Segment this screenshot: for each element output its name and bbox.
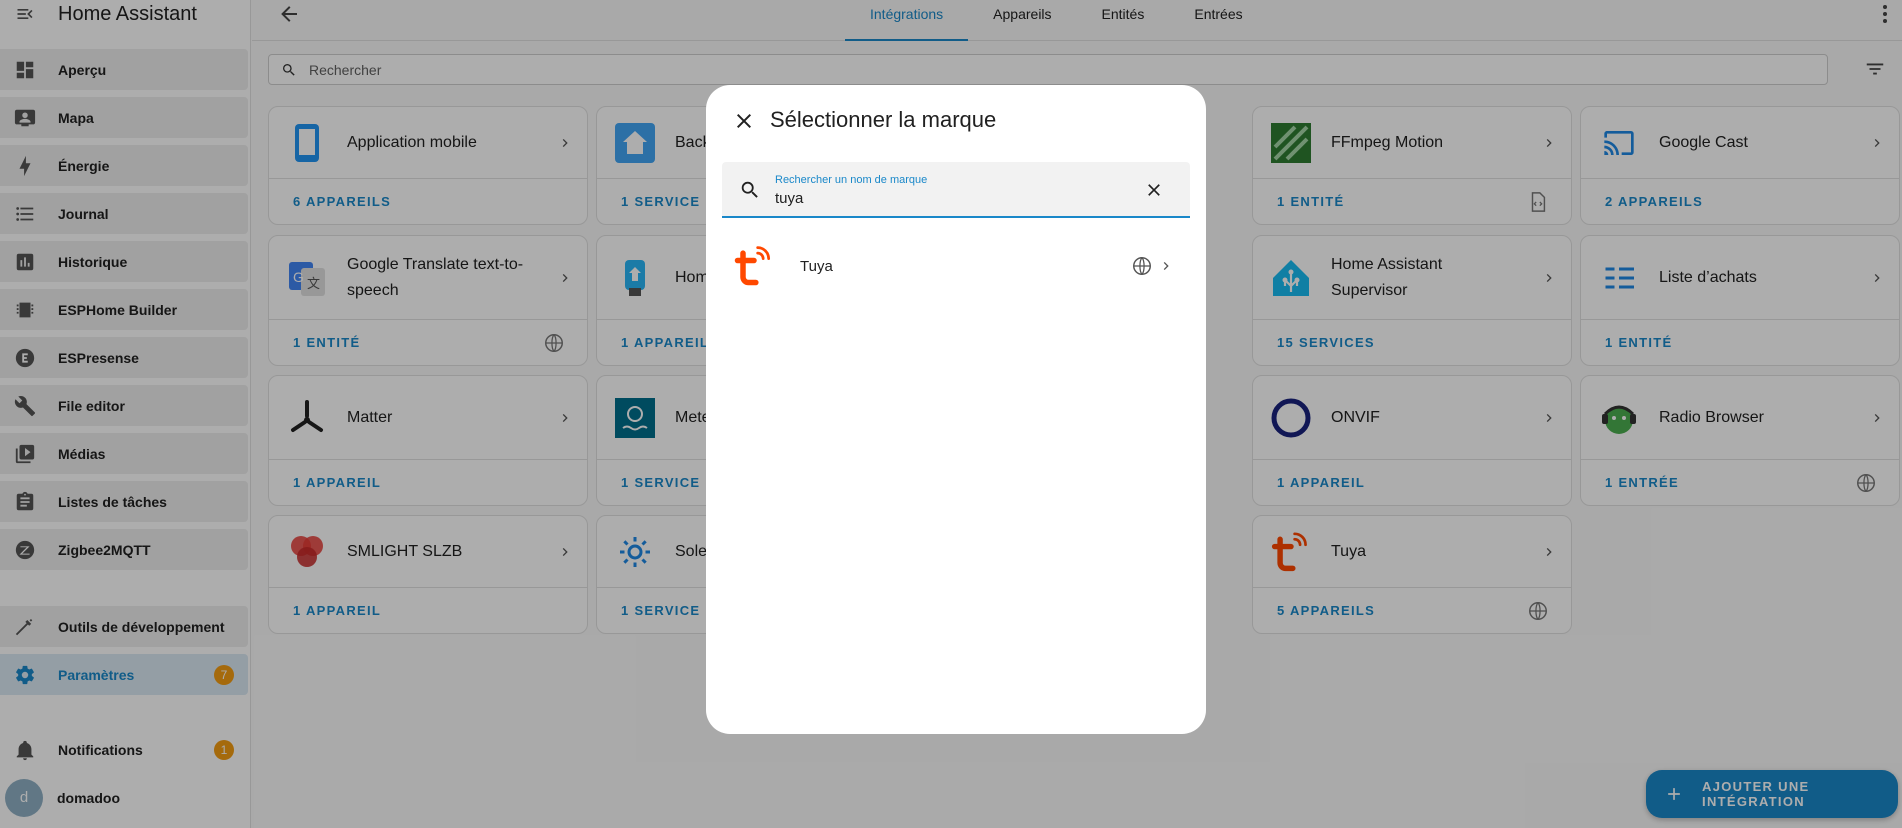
select-brand-dialog: Sélectionner la marque Rechercher un nom…	[706, 85, 1206, 734]
brand-search-value[interactable]: tuya	[775, 190, 803, 207]
globe-icon	[1133, 257, 1151, 275]
chevron-right-icon	[1163, 262, 1169, 270]
brand-search-field[interactable]: Rechercher un nom de marque tuya	[722, 162, 1190, 218]
search-icon	[741, 181, 758, 198]
brand-search-label: Rechercher un nom de marque	[775, 174, 928, 186]
brand-result-name: Tuya	[800, 257, 833, 275]
clear-icon[interactable]	[1144, 180, 1164, 200]
close-icon[interactable]	[732, 109, 756, 133]
brand-result-item[interactable]: Tuya	[722, 235, 1190, 297]
dialog-title: Sélectionner la marque	[770, 107, 997, 132]
tuya-logo-icon	[734, 246, 771, 286]
